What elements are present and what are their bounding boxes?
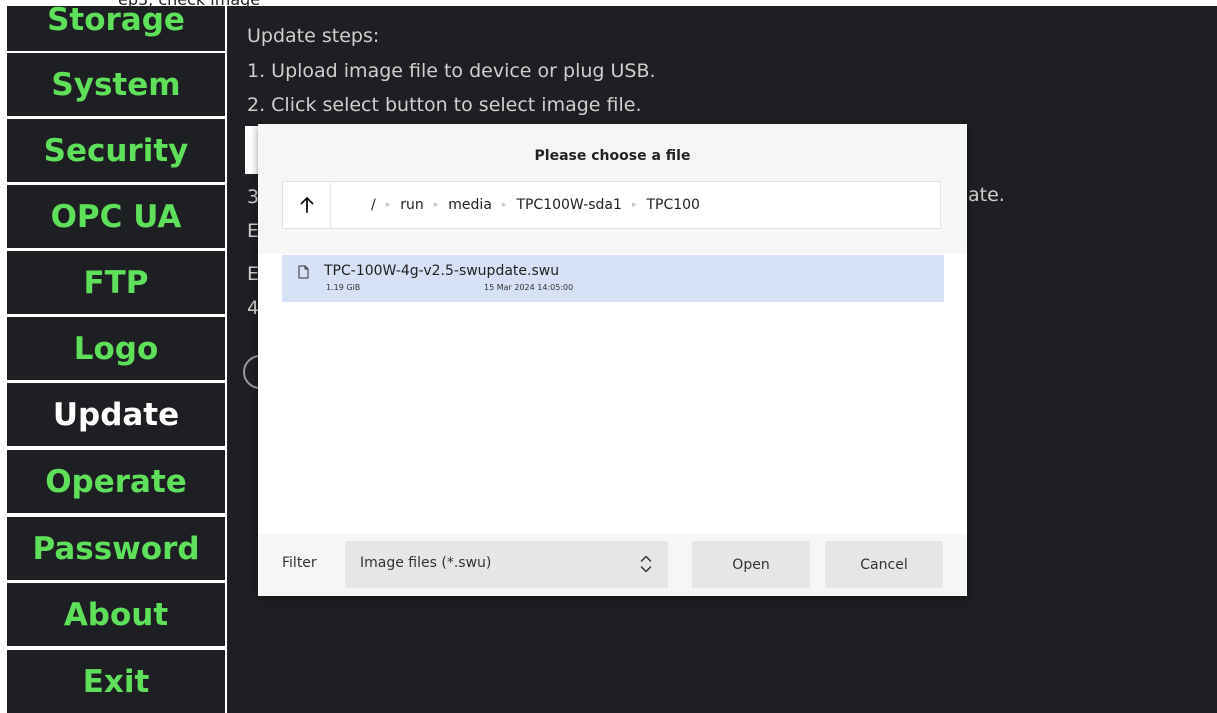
file-name: TPC-100W-4g-v2.5-swupdate.swu	[324, 263, 560, 279]
cancel-button[interactable]: Cancel	[825, 541, 943, 588]
dialog-header: Please choose a file / ▸ run ▸ media ▸ T…	[258, 124, 967, 254]
sidebar-item-system[interactable]: System	[7, 53, 225, 116]
chevron-right-icon: ▸	[385, 200, 391, 210]
chevron-right-icon: ▸	[631, 200, 637, 210]
file-icon	[298, 265, 309, 279]
sidebar-item-operate[interactable]: Operate	[7, 450, 225, 513]
chevron-right-icon: ▸	[433, 200, 439, 210]
sidebar-item-exit[interactable]: Exit	[7, 650, 225, 713]
breadcrumb-tpc100w-sda1[interactable]: TPC100W-sda1	[516, 197, 622, 213]
breadcrumb-root[interactable]: /	[371, 197, 376, 213]
filter-label: Filter	[282, 555, 317, 571]
sidebar-item-about[interactable]: About	[7, 583, 225, 646]
open-button[interactable]: Open	[692, 541, 810, 588]
sidebar-item-update[interactable]: Update	[7, 383, 225, 446]
step-3-tail-fragment: ate.	[968, 184, 1005, 206]
dialog-footer: Filter Image files (*.swu) Open Cancel	[258, 534, 967, 596]
breadcrumb-run[interactable]: run	[400, 197, 424, 213]
sidebar-item-opc-ua[interactable]: OPC UA	[7, 185, 225, 248]
steps-title: Update steps:	[247, 25, 380, 47]
filter-select[interactable]: Image files (*.swu)	[345, 541, 668, 588]
list-item[interactable]: TPC-100W-4g-v2.5-swupdate.swu 1.19 GiB 1…	[282, 255, 944, 302]
breadcrumb-tpc100[interactable]: TPC100	[646, 197, 700, 213]
dialog-title: Please choose a file	[534, 148, 691, 164]
file-size: 1.19 GiB	[326, 283, 361, 292]
file-chooser-dialog: Please choose a file / ▸ run ▸ media ▸ T…	[258, 124, 967, 596]
step-2-text: 2. Click select button to select image f…	[247, 94, 642, 116]
filter-selected-value: Image files (*.swu)	[360, 555, 492, 571]
path-bar-divider	[330, 182, 331, 228]
up-down-chevron-icon	[640, 555, 652, 573]
breadcrumb-media[interactable]: media	[448, 197, 492, 213]
sidebar-item-logo[interactable]: Logo	[7, 317, 225, 380]
path-bar: / ▸ run ▸ media ▸ TPC100W-sda1 ▸ TPC100	[282, 181, 941, 229]
file-list: TPC-100W-4g-v2.5-swupdate.swu 1.19 GiB 1…	[282, 254, 944, 534]
sidebar-item-security[interactable]: Security	[7, 119, 225, 182]
sidebar-item-password[interactable]: Password	[7, 517, 225, 580]
arrow-up-icon	[300, 197, 313, 213]
breadcrumb: / ▸ run ▸ media ▸ TPC100W-sda1 ▸ TPC100	[371, 182, 700, 228]
top-strip: ep3, check image	[0, 0, 1217, 9]
sidebar-item-ftp[interactable]: FTP	[7, 251, 225, 314]
top-text-fragment: ep3, check image	[118, 0, 260, 9]
chevron-right-icon: ▸	[501, 200, 507, 210]
step-1-text: 1. Upload image file to device or plug U…	[247, 60, 656, 82]
sidebar: Storage System Security OPC UA FTP Logo …	[0, 0, 227, 713]
parent-folder-button[interactable]	[283, 182, 330, 228]
file-modified-date: 15 Mar 2024 14:05:00	[484, 283, 574, 292]
